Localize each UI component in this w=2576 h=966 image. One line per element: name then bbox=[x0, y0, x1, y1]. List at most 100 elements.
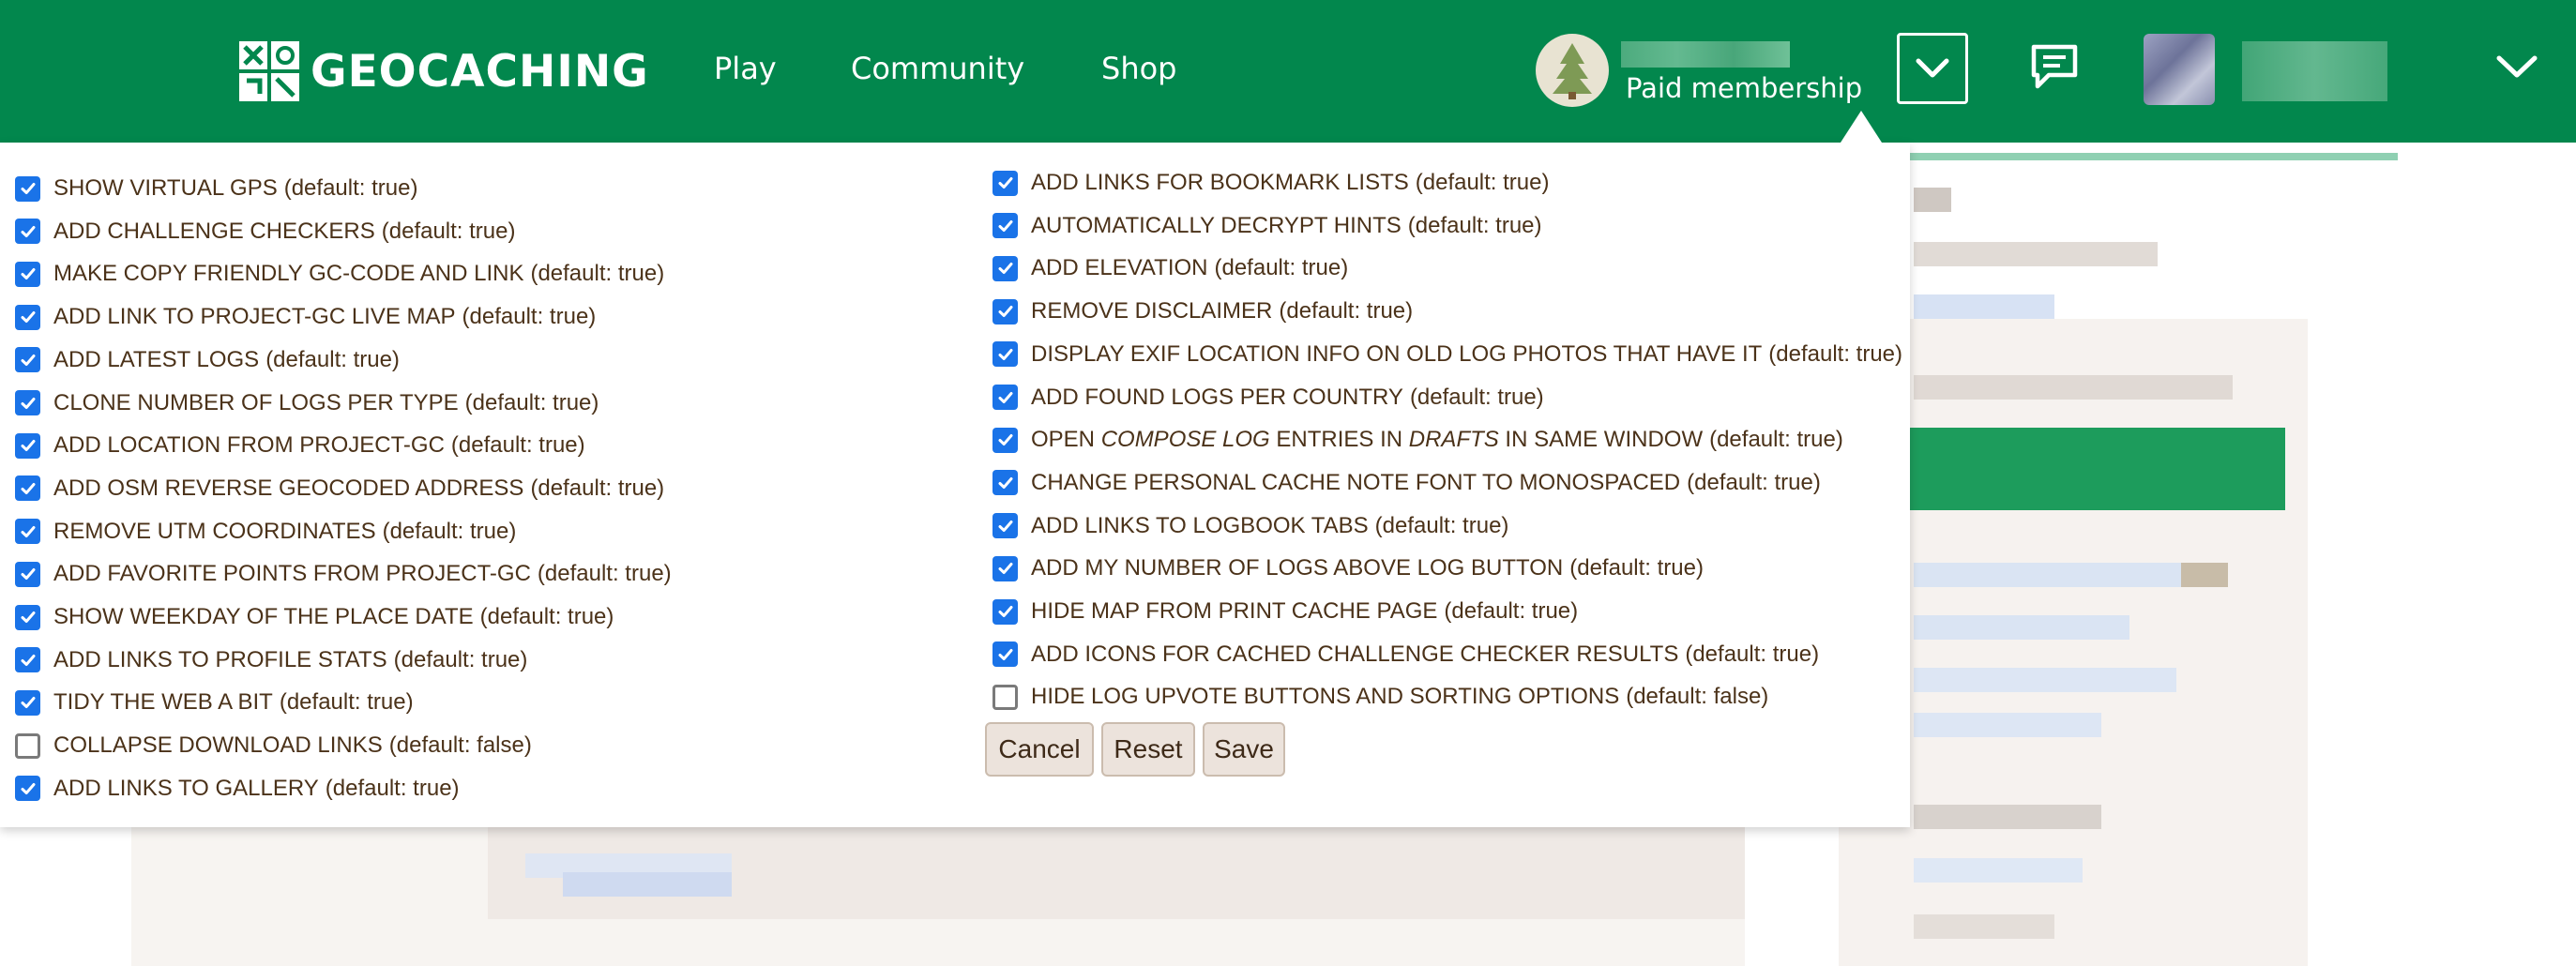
option-default: (default: true) bbox=[1569, 555, 1704, 581]
option-row[interactable]: CLONE NUMBER OF LOGS PER TYPE (default: t… bbox=[15, 382, 599, 425]
cancel-button[interactable]: Cancel bbox=[985, 722, 1094, 777]
option-row[interactable]: ADD LINKS TO GALLERY (default: true) bbox=[15, 767, 460, 810]
message-icon[interactable] bbox=[2026, 39, 2083, 96]
option-row[interactable]: ADD CHALLENGE CHECKERS (default: true) bbox=[15, 210, 515, 253]
option-checkbox[interactable] bbox=[15, 561, 40, 587]
option-row[interactable]: AUTOMATICALLY DECRYPT HINTS (default: tru… bbox=[993, 204, 1542, 248]
checkmark-icon bbox=[21, 183, 35, 194]
geocaching-logo-icon bbox=[239, 41, 299, 101]
option-row[interactable]: ADD LINK TO PROJECT-GC LIVE MAP (default:… bbox=[15, 295, 596, 339]
option-label: CLONE NUMBER OF LOGS PER TYPE bbox=[53, 389, 459, 415]
option-default: (default: true) bbox=[464, 389, 599, 415]
checkmark-icon bbox=[998, 476, 1012, 489]
option-checkbox[interactable] bbox=[993, 513, 1018, 539]
checkmark-icon bbox=[21, 225, 35, 237]
option-checkbox[interactable] bbox=[15, 261, 40, 287]
checkmark-icon bbox=[998, 434, 1012, 446]
nav-shop[interactable]: Shop bbox=[1101, 51, 1176, 86]
reset-button[interactable]: Reset bbox=[1101, 722, 1195, 777]
option-checkbox[interactable] bbox=[993, 641, 1018, 668]
option-checkbox[interactable] bbox=[15, 432, 40, 459]
option-row[interactable]: SHOW VIRTUAL GPS (default: true) bbox=[15, 167, 417, 210]
option-checkbox[interactable] bbox=[15, 475, 40, 502]
option-row[interactable]: ADD ICONS FOR CACHED CHALLENGE CHECKER R… bbox=[993, 633, 1819, 676]
chevron-down-icon[interactable] bbox=[2493, 49, 2540, 86]
option-row[interactable]: ADD LINKS TO PROFILE STATS (default: true… bbox=[15, 639, 527, 682]
option-row[interactable]: ADD LATEST LOGS (default: true) bbox=[15, 339, 400, 382]
option-default: (default: true) bbox=[1409, 384, 1544, 410]
option-label-emphasis: COMPOSE LOG bbox=[1100, 427, 1270, 453]
account-dropdown-button[interactable] bbox=[1897, 33, 1968, 104]
option-checkbox[interactable] bbox=[993, 255, 1018, 281]
option-checkbox[interactable] bbox=[993, 684, 1018, 710]
geocaching-logo[interactable]: GEOCACHING bbox=[237, 39, 649, 103]
nav-play[interactable]: Play bbox=[714, 51, 777, 86]
option-row[interactable]: ADD ELEVATION (default: true) bbox=[993, 247, 1348, 290]
nav-community[interactable]: Community bbox=[851, 51, 1024, 86]
option-checkbox[interactable] bbox=[993, 598, 1018, 625]
option-row[interactable]: DISPLAY EXIF LOCATION INFO ON OLD LOG PH… bbox=[993, 333, 1902, 376]
option-row[interactable]: CHANGE PERSONAL CACHE NOTE FONT TO MONOS… bbox=[993, 461, 1821, 505]
option-checkbox[interactable] bbox=[993, 427, 1018, 453]
option-checkbox[interactable] bbox=[993, 555, 1018, 581]
checkmark-icon bbox=[998, 606, 1012, 617]
option-checkbox[interactable] bbox=[993, 170, 1018, 196]
option-label-emphasis: DRAFTS bbox=[1408, 427, 1499, 453]
checkmark-icon bbox=[21, 482, 35, 494]
option-row[interactable]: ADD FOUND LOGS PER COUNTRY (default: true… bbox=[993, 376, 1544, 419]
option-label: ADD LINK TO PROJECT-GC LIVE MAP bbox=[53, 304, 456, 330]
option-checkbox[interactable] bbox=[15, 347, 40, 373]
option-checkbox[interactable] bbox=[15, 219, 40, 245]
option-row[interactable]: ADD OSM REVERSE GEOCODED ADDRESS (default… bbox=[15, 467, 664, 510]
option-checkbox[interactable] bbox=[15, 519, 40, 545]
option-row[interactable]: REMOVE UTM COORDINATES (default: true) bbox=[15, 510, 516, 553]
option-row[interactable]: SHOW WEEKDAY OF THE PLACE DATE (default: … bbox=[15, 596, 614, 639]
background-content bbox=[1914, 375, 2233, 400]
option-row[interactable]: ADD LOCATION FROM PROJECT-GC (default: tr… bbox=[15, 424, 585, 467]
profile-image-redacted[interactable] bbox=[2144, 34, 2215, 105]
checkmark-icon bbox=[998, 520, 1012, 532]
option-row[interactable]: HIDE LOG UPVOTE BUTTONS AND SORTING OPTI… bbox=[993, 675, 1768, 718]
avatar[interactable] bbox=[1536, 34, 1609, 107]
option-label: ADD LOCATION FROM PROJECT-GC bbox=[53, 432, 445, 459]
option-row[interactable]: ADD LINKS TO LOGBOOK TABS (default: true) bbox=[993, 505, 1508, 548]
option-label: OPEN COMPOSE LOG ENTRIES IN DRAFTS IN SA… bbox=[1031, 427, 1703, 453]
option-default: (default: true) bbox=[537, 561, 672, 587]
option-checkbox[interactable] bbox=[993, 341, 1018, 368]
option-row[interactable]: REMOVE DISCLAIMER (default: true) bbox=[993, 290, 1413, 333]
checkmark-icon bbox=[998, 648, 1012, 660]
option-label: MAKE COPY FRIENDLY GC-CODE AND LINK bbox=[53, 261, 524, 287]
option-checkbox[interactable] bbox=[993, 298, 1018, 325]
option-row[interactable]: TIDY THE WEB A BIT (default: true) bbox=[15, 681, 414, 724]
option-label: TIDY THE WEB A BIT bbox=[53, 689, 273, 716]
option-row[interactable]: MAKE COPY FRIENDLY GC-CODE AND LINK (defa… bbox=[15, 252, 664, 295]
option-checkbox[interactable] bbox=[15, 604, 40, 630]
option-row[interactable]: ADD MY NUMBER OF LOGS ABOVE LOG BUTTON (d… bbox=[993, 547, 1704, 590]
option-checkbox[interactable] bbox=[993, 385, 1018, 410]
option-row[interactable]: OPEN COMPOSE LOG ENTRIES IN DRAFTS IN SA… bbox=[993, 418, 1843, 461]
option-checkbox[interactable] bbox=[993, 213, 1018, 239]
site-header: GEOCACHING Play Community Shop Paid memb… bbox=[0, 0, 2576, 143]
save-button[interactable]: Save bbox=[1203, 722, 1285, 777]
checkmark-icon bbox=[21, 440, 35, 452]
option-checkbox[interactable] bbox=[15, 776, 40, 802]
option-checkbox[interactable] bbox=[15, 689, 40, 716]
background-content bbox=[1914, 805, 2101, 829]
option-label: REMOVE UTM COORDINATES bbox=[53, 518, 376, 544]
checkmark-icon bbox=[998, 219, 1012, 232]
option-row[interactable]: HIDE MAP FROM PRINT CACHE PAGE (default: … bbox=[993, 590, 1578, 633]
membership-label: Paid membership bbox=[1626, 72, 1863, 104]
option-row[interactable]: ADD FAVORITE POINTS FROM PROJECT-GC (defa… bbox=[15, 552, 672, 596]
option-row[interactable]: ADD LINKS FOR BOOKMARK LISTS (default: tr… bbox=[993, 161, 1549, 204]
option-checkbox[interactable] bbox=[15, 304, 40, 330]
option-default: (default: true) bbox=[1415, 170, 1550, 195]
option-label: HIDE MAP FROM PRINT CACHE PAGE bbox=[1031, 598, 1438, 624]
option-label: ADD LINKS FOR BOOKMARK LISTS bbox=[1031, 170, 1409, 195]
option-checkbox[interactable] bbox=[15, 175, 40, 202]
option-checkbox[interactable] bbox=[15, 390, 40, 415]
option-checkbox[interactable] bbox=[15, 732, 40, 759]
option-checkbox[interactable] bbox=[15, 647, 40, 673]
chevron-down-icon bbox=[1916, 58, 1949, 78]
option-checkbox[interactable] bbox=[993, 470, 1018, 496]
option-row[interactable]: COLLAPSE DOWNLOAD LINKS (default: false) bbox=[15, 724, 532, 767]
